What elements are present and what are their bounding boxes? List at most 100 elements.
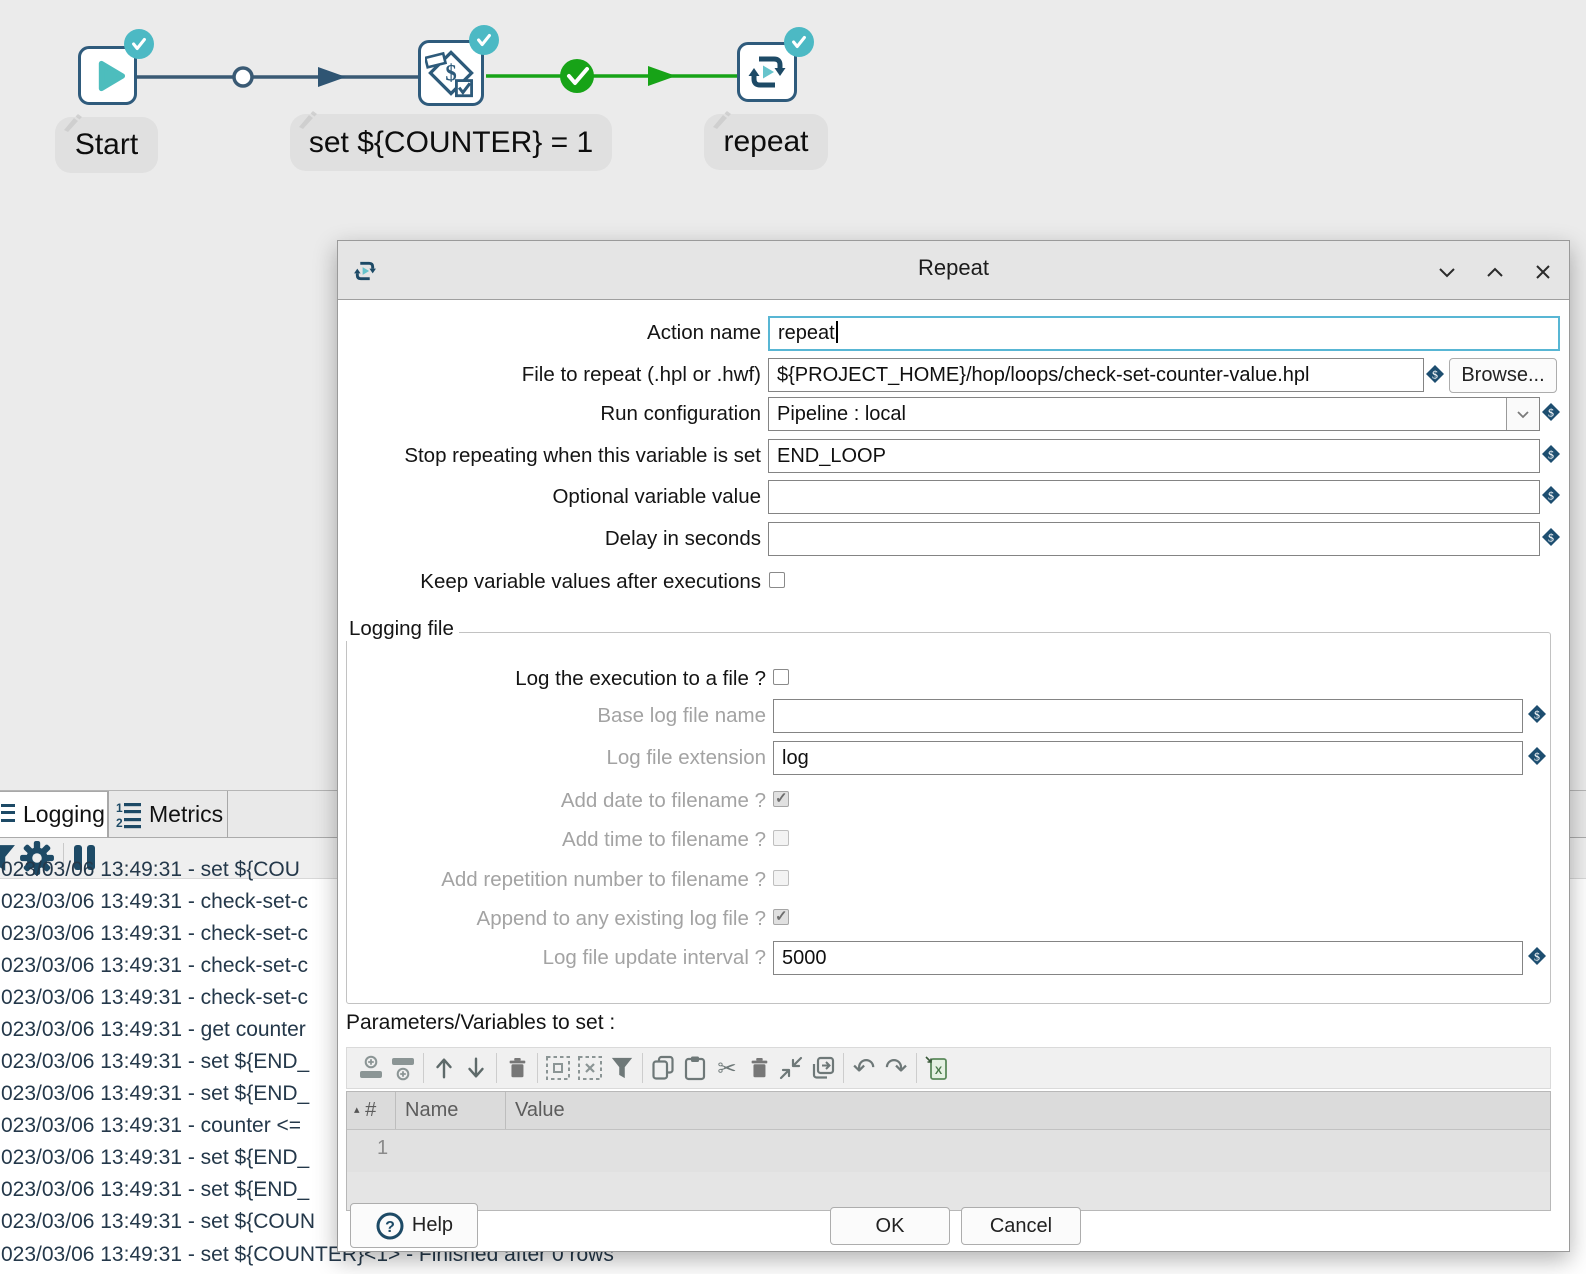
dollar-diamond-icon: $ bbox=[1527, 946, 1547, 966]
tab-metrics[interactable]: 1 2 Metrics bbox=[108, 791, 228, 838]
toolbar-separator bbox=[423, 1053, 424, 1083]
cancel-button[interactable]: Cancel bbox=[961, 1207, 1081, 1245]
select-all-rows-icon[interactable] bbox=[542, 1052, 574, 1084]
dollar-diamond-icon: $ bbox=[1527, 746, 1547, 766]
edit-pencil-icon bbox=[60, 110, 84, 134]
filter-rows-icon[interactable] bbox=[606, 1052, 638, 1084]
column-header-name[interactable]: Name bbox=[405, 1092, 458, 1129]
toolbar-separator bbox=[642, 1053, 643, 1083]
help-button[interactable]: ? Help bbox=[350, 1203, 478, 1248]
optional-value-input[interactable] bbox=[768, 480, 1540, 514]
svg-text:$: $ bbox=[1548, 406, 1554, 420]
export-excel-icon[interactable]: X bbox=[921, 1052, 953, 1084]
file-to-repeat-input[interactable]: ${PROJECT_HOME}/hop/loops/check-set-coun… bbox=[768, 358, 1424, 392]
svg-text:?: ? bbox=[385, 1219, 395, 1236]
add-repetition-label: Add repetition number to filename ? bbox=[338, 863, 766, 897]
action-name-input[interactable]: repeat bbox=[768, 316, 1560, 351]
duplicate-row-icon[interactable] bbox=[807, 1052, 839, 1084]
log-line: 023/03/06 13:49:31 - set ${COUN bbox=[1, 1209, 315, 1235]
row-number: 1 bbox=[377, 1137, 388, 1160]
undo-icon[interactable]: ↶ bbox=[848, 1052, 880, 1084]
hop-success-check bbox=[560, 59, 594, 93]
move-row-up-icon[interactable] bbox=[428, 1052, 460, 1084]
insert-row-after-icon[interactable] bbox=[387, 1052, 419, 1084]
node-label-set-counter[interactable]: set ${COUNTER} = 1 bbox=[290, 114, 612, 171]
paste-rows-icon[interactable] bbox=[679, 1052, 711, 1084]
repeat-dialog: Repeat Action name repeat File to repeat… bbox=[337, 240, 1570, 1252]
ok-button[interactable]: OK bbox=[830, 1207, 950, 1245]
update-interval-input[interactable]: 5000 bbox=[773, 941, 1523, 975]
tab-label: Logging bbox=[23, 801, 105, 828]
delay-seconds-label: Delay in seconds bbox=[338, 522, 761, 556]
dollar-diamond-icon: $ bbox=[1425, 364, 1445, 384]
log-to-file-checkbox[interactable] bbox=[773, 669, 789, 685]
node-label-start[interactable]: Start bbox=[55, 117, 158, 173]
table-row[interactable]: 1 bbox=[347, 1130, 1550, 1172]
log-line: 023/03/06 13:49:31 - check-set-c bbox=[1, 921, 308, 947]
repeat-icon bbox=[745, 50, 789, 94]
browse-button[interactable]: Browse... bbox=[1449, 358, 1557, 393]
append-existing-checkbox[interactable] bbox=[773, 909, 789, 925]
log-extension-input[interactable]: log bbox=[773, 741, 1523, 775]
optional-value-label: Optional variable value bbox=[338, 480, 761, 514]
cut-rows-icon[interactable]: ✂ bbox=[711, 1052, 743, 1084]
log-line: 023/03/06 13:49:31 - check-set-c bbox=[1, 889, 308, 915]
svg-text:$: $ bbox=[445, 61, 456, 86]
collapse-icon[interactable] bbox=[1434, 259, 1460, 285]
run-configuration-combo[interactable]: Pipeline : local bbox=[768, 397, 1540, 431]
chevron-down-icon[interactable] bbox=[1506, 398, 1539, 430]
logging-file-group-title: Logging file bbox=[344, 617, 459, 641]
parameters-toolbar: ✂ ↶ ↷ X bbox=[346, 1047, 1551, 1089]
add-date-checkbox[interactable] bbox=[773, 791, 789, 807]
redo-icon[interactable]: ↷ bbox=[880, 1052, 912, 1084]
svg-text:X: X bbox=[935, 1065, 943, 1077]
run-configuration-label: Run configuration bbox=[338, 397, 761, 431]
dollar-diamond-icon: $ bbox=[1541, 527, 1561, 547]
insert-row-before-icon[interactable] bbox=[355, 1052, 387, 1084]
log-line: 023/03/06 13:49:31 - check-set-c bbox=[1, 953, 308, 979]
add-repetition-checkbox[interactable] bbox=[773, 870, 789, 886]
dollar-diamond-icon: $ bbox=[1541, 485, 1561, 505]
dollar-diamond-icon: $ bbox=[1527, 704, 1547, 724]
stop-variable-input[interactable]: END_LOOP bbox=[768, 439, 1540, 473]
node-label-repeat[interactable]: repeat bbox=[704, 114, 828, 170]
keep-values-checkbox[interactable] bbox=[769, 572, 785, 588]
close-icon[interactable] bbox=[1530, 259, 1556, 285]
log-line: 023/03/06 13:49:31 - set ${END_ bbox=[1, 1145, 309, 1171]
add-time-checkbox[interactable] bbox=[773, 830, 789, 846]
edit-pencil-icon bbox=[295, 107, 319, 131]
set-variable-icon: $ bbox=[425, 47, 477, 99]
svg-text:$: $ bbox=[1548, 531, 1554, 545]
svg-text:$: $ bbox=[1432, 368, 1438, 382]
text-cursor bbox=[836, 321, 838, 343]
delay-seconds-input[interactable] bbox=[768, 522, 1540, 556]
log-line: 023/03/06 13:49:31 - set ${END_ bbox=[1, 1049, 309, 1075]
delete-rows-icon[interactable] bbox=[743, 1052, 775, 1084]
move-row-down-icon[interactable] bbox=[460, 1052, 492, 1084]
numbered-list-icon: 1 2 bbox=[115, 800, 143, 830]
clear-selection-icon[interactable] bbox=[574, 1052, 606, 1084]
parameters-table-body: 1 bbox=[347, 1130, 1550, 1210]
delete-row-icon[interactable] bbox=[501, 1052, 533, 1084]
column-header-value[interactable]: Value bbox=[515, 1092, 565, 1129]
expand-icon[interactable] bbox=[1482, 259, 1508, 285]
log-line: 023/03/06 13:49:31 - check-set-c bbox=[1, 985, 308, 1011]
parameters-table-header: ▴ # Name Value bbox=[347, 1092, 1550, 1130]
svg-text:$: $ bbox=[1534, 950, 1540, 964]
stop-variable-label: Stop repeating when this variable is set bbox=[338, 439, 761, 473]
keep-selected-rows-icon[interactable] bbox=[775, 1052, 807, 1084]
dialog-titlebar[interactable]: Repeat bbox=[338, 241, 1569, 300]
column-header-num[interactable]: ▴ # bbox=[354, 1092, 376, 1129]
log-file-icon: 1 g bbox=[0, 801, 17, 829]
tab-logging[interactable]: 1 g Logging bbox=[0, 791, 108, 837]
update-interval-label: Log file update interval ? bbox=[338, 941, 766, 975]
log-line: 023/03/06 13:49:31 - set ${END_ bbox=[1, 1177, 309, 1203]
play-icon bbox=[87, 55, 129, 97]
base-log-filename-input[interactable] bbox=[773, 699, 1523, 733]
svg-text:1: 1 bbox=[116, 801, 123, 815]
parameters-table: ▴ # Name Value 1 bbox=[346, 1091, 1551, 1211]
append-existing-label: Append to any existing log file ? bbox=[338, 902, 766, 936]
node-label-text: repeat bbox=[723, 125, 808, 159]
copy-rows-icon[interactable] bbox=[647, 1052, 679, 1084]
file-to-repeat-label: File to repeat (.hpl or .hwf) bbox=[338, 358, 761, 392]
